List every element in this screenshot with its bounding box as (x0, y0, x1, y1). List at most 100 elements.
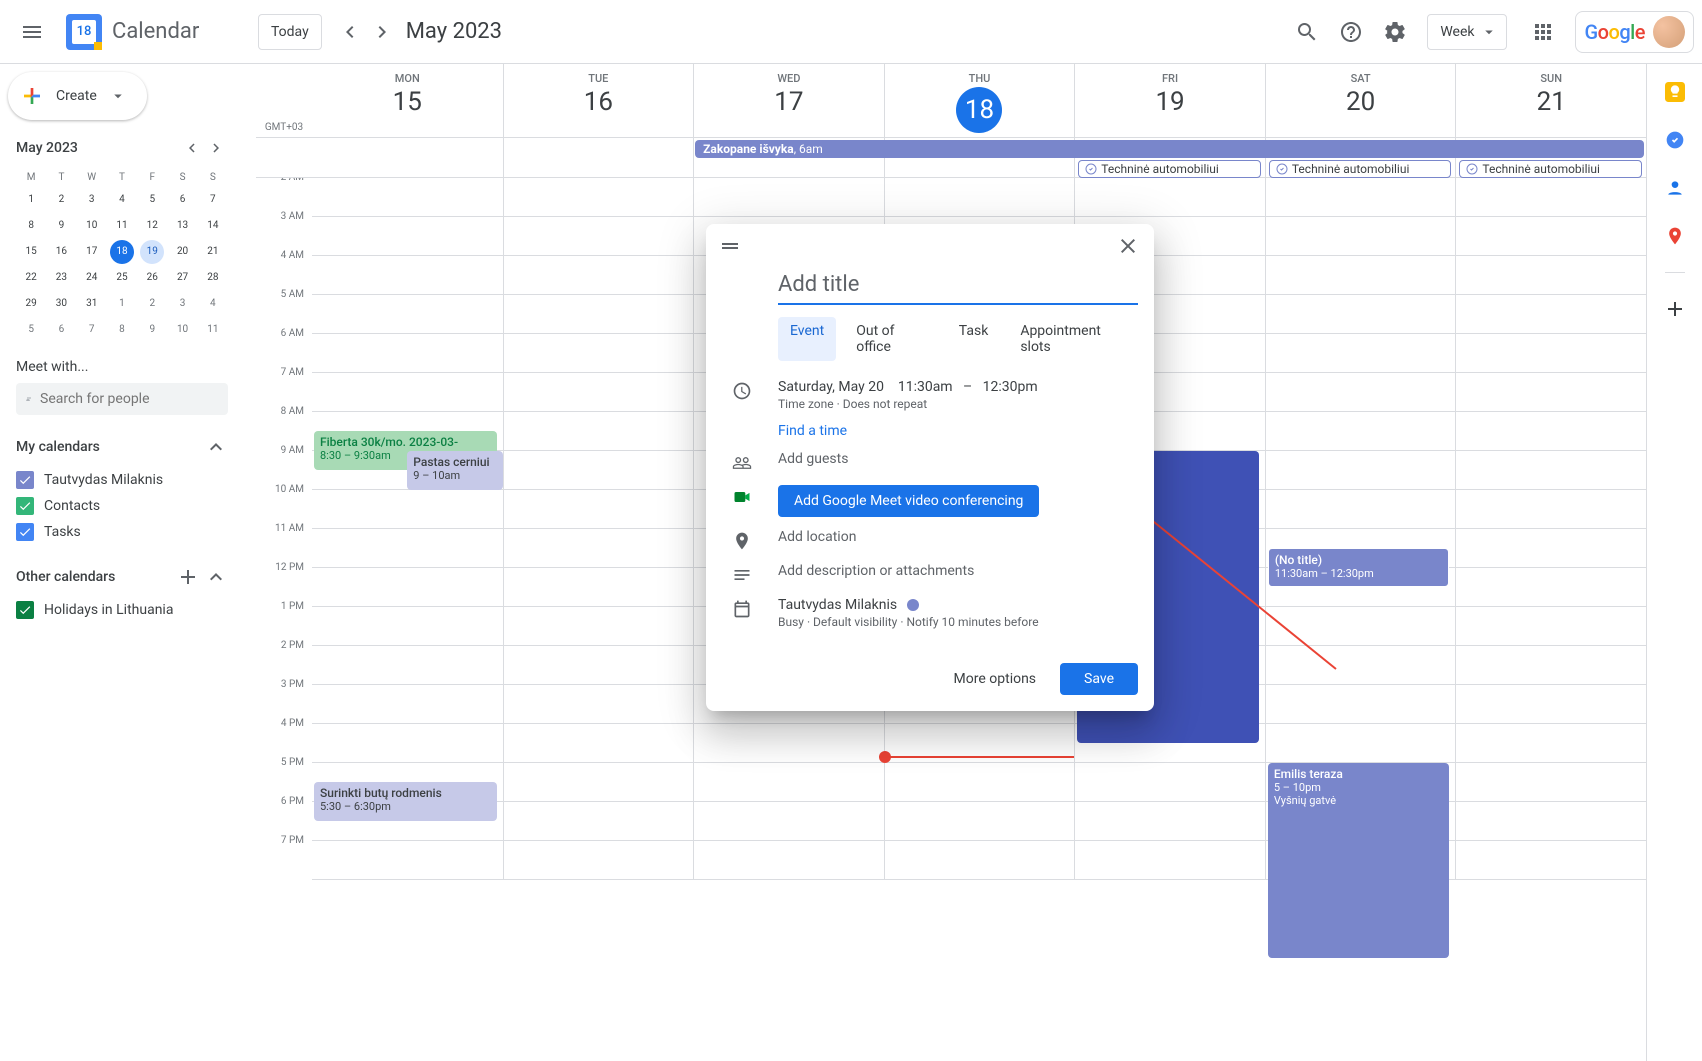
mini-day[interactable]: 28 (201, 266, 225, 290)
mini-day[interactable]: 8 (110, 318, 134, 342)
mini-day[interactable]: 13 (171, 214, 195, 238)
plus-icon[interactable] (176, 565, 200, 589)
mini-day[interactable]: 4 (110, 188, 134, 212)
logo[interactable]: Calendar (64, 12, 199, 52)
event-type-tab[interactable]: Task (947, 317, 1001, 361)
view-switcher[interactable]: Week (1427, 14, 1507, 50)
tasks-app[interactable] (1655, 120, 1695, 160)
mini-day[interactable]: 27 (171, 266, 195, 290)
mini-day[interactable]: 11 (110, 214, 134, 238)
mini-day[interactable]: 2 (49, 188, 73, 212)
day-header[interactable]: TUE16 (503, 64, 694, 137)
mini-day[interactable]: 9 (49, 214, 73, 238)
user-avatar[interactable] (1653, 16, 1685, 48)
mini-day[interactable]: 22 (19, 266, 43, 290)
save-button[interactable]: Save (1060, 663, 1138, 695)
add-addon-button[interactable] (1655, 289, 1695, 329)
day-column[interactable]: Fiberta 30k/mo. 2023-03-8:30 – 9:30amPas… (312, 178, 503, 880)
mini-day[interactable]: 19 (140, 240, 164, 264)
find-a-time-link[interactable]: Find a time (778, 423, 1138, 439)
mini-day[interactable]: 1 (19, 188, 43, 212)
event-type-tab[interactable]: Appointment slots (1008, 317, 1138, 361)
support-button[interactable] (1331, 12, 1371, 52)
calendar-item[interactable]: Holidays in Lithuania (16, 597, 228, 623)
day-column[interactable]: (No title)11:30am – 12:30pmEmilis teraza… (1265, 178, 1456, 880)
my-calendars-toggle[interactable]: My calendars (16, 435, 228, 459)
day-header[interactable]: THU18 (884, 64, 1075, 137)
mini-day[interactable]: 15 (19, 240, 43, 264)
keep-app[interactable] (1655, 72, 1695, 112)
search-button[interactable] (1287, 12, 1327, 52)
mini-day[interactable]: 7 (80, 318, 104, 342)
add-description-button[interactable]: Add description or attachments (778, 563, 1138, 579)
settings-button[interactable] (1375, 12, 1415, 52)
mini-day[interactable]: 10 (171, 318, 195, 342)
add-guests-input[interactable] (778, 451, 1138, 467)
mini-day[interactable]: 26 (140, 266, 164, 290)
event-time-row[interactable]: Saturday, May 20 11:30am – 12:30pm Time … (778, 379, 1138, 411)
mini-day[interactable]: 5 (19, 318, 43, 342)
mini-day[interactable]: 7 (201, 188, 225, 212)
main-menu-button[interactable] (8, 8, 56, 56)
mini-day[interactable]: 11 (201, 318, 225, 342)
mini-day[interactable]: 14 (201, 214, 225, 238)
checkbox-icon[interactable] (16, 497, 34, 515)
add-meet-button[interactable]: Add Google Meet video conferencing (778, 485, 1039, 517)
mini-day[interactable]: 31 (80, 292, 104, 316)
mini-day[interactable]: 5 (140, 188, 164, 212)
allday-task-chip[interactable]: Techninė automobiliui (1459, 160, 1642, 178)
current-period[interactable]: May 2023 (406, 19, 502, 44)
mini-day[interactable]: 8 (19, 214, 43, 238)
allday-cell[interactable] (503, 138, 694, 177)
mini-day[interactable]: 30 (49, 292, 73, 316)
mini-day[interactable]: 6 (171, 188, 195, 212)
maps-app[interactable] (1655, 216, 1695, 256)
event-type-tab[interactable]: Event (778, 317, 836, 361)
checkbox-icon[interactable] (16, 471, 34, 489)
mini-day[interactable]: 18 (110, 240, 134, 264)
event-block[interactable]: Emilis teraza5 – 10pmVyšnių gatvė (1268, 763, 1450, 958)
mini-day[interactable]: 17 (80, 240, 104, 264)
today-button[interactable]: Today (258, 14, 322, 50)
event-block[interactable]: Surinkti butų rodmenis5:30 – 6:30pm (314, 782, 497, 821)
mini-day[interactable]: 10 (80, 214, 104, 238)
mini-day[interactable]: 4 (201, 292, 225, 316)
day-column[interactable] (1455, 178, 1646, 880)
event-block[interactable]: Pastas cerniui9 – 10am (407, 451, 502, 490)
day-header[interactable]: SUN21 (1455, 64, 1646, 137)
prev-week-button[interactable] (334, 16, 366, 48)
day-header[interactable]: MON15 (312, 64, 503, 137)
mini-day[interactable]: 24 (80, 266, 104, 290)
contacts-app[interactable] (1655, 168, 1695, 208)
mini-day[interactable]: 3 (171, 292, 195, 316)
other-calendars-toggle[interactable]: Other calendars (16, 565, 228, 589)
more-options-button[interactable]: More options (938, 663, 1053, 695)
mini-next-month[interactable] (204, 136, 228, 160)
event-type-tab[interactable]: Out of office (844, 317, 939, 361)
mini-day[interactable]: 6 (49, 318, 73, 342)
google-apps-button[interactable] (1523, 12, 1563, 52)
popover-close-button[interactable] (1110, 228, 1146, 264)
account-switcher[interactable]: Google (1575, 11, 1694, 53)
checkbox-icon[interactable] (16, 523, 34, 541)
mini-day[interactable]: 9 (140, 318, 164, 342)
mini-day[interactable]: 1 (110, 292, 134, 316)
search-people-input[interactable] (40, 391, 218, 407)
calendar-owner-row[interactable]: Tautvydas Milaknis Busy · Default visibi… (778, 597, 1138, 629)
mini-day[interactable]: 23 (49, 266, 73, 290)
search-people-field[interactable] (16, 383, 228, 415)
mini-day[interactable]: 29 (19, 292, 43, 316)
mini-prev-month[interactable] (180, 136, 204, 160)
allday-task-chip[interactable]: Techninė automobiliui (1269, 160, 1452, 178)
event-block[interactable]: (No title)11:30am – 12:30pm (1268, 548, 1450, 587)
allday-event[interactable]: Zakopane išvyka, 6am (695, 140, 1644, 158)
checkbox-icon[interactable] (16, 601, 34, 619)
mini-day[interactable]: 3 (80, 188, 104, 212)
calendar-item[interactable]: Tasks (16, 519, 228, 545)
allday-cell[interactable] (312, 138, 503, 177)
mini-day[interactable]: 25 (110, 266, 134, 290)
allday-task-chip[interactable]: Techninė automobiliui (1078, 160, 1261, 178)
day-column[interactable] (503, 178, 694, 880)
mini-day[interactable]: 2 (140, 292, 164, 316)
next-week-button[interactable] (366, 16, 398, 48)
